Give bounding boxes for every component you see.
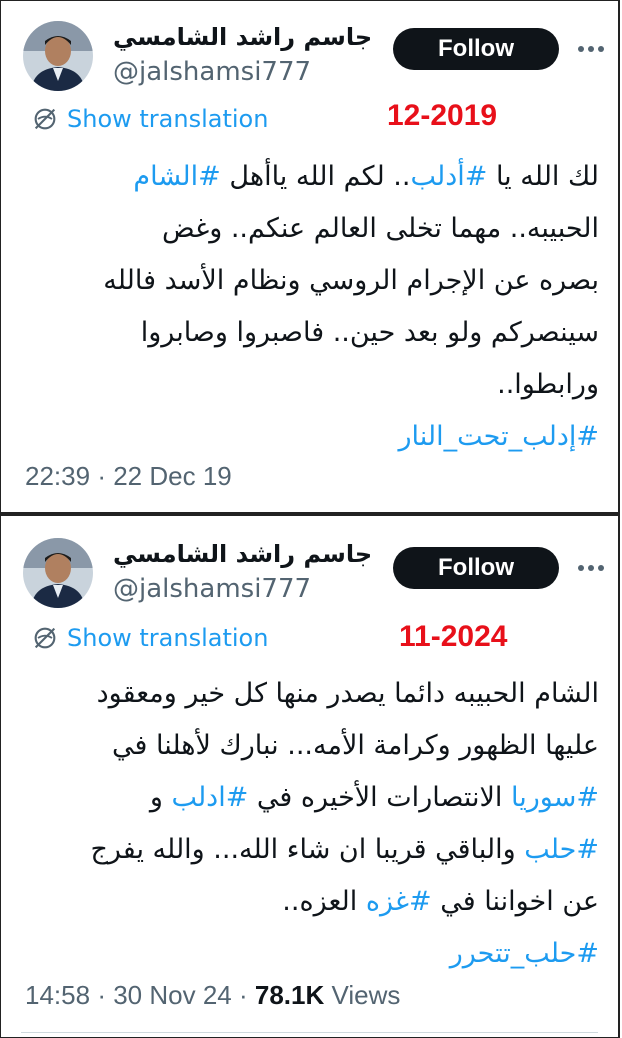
text-segment: الشام الحبيبه دائما يصدر منها كل خير ومع… xyxy=(96,678,599,709)
follow-button[interactable]: Follow xyxy=(393,547,559,589)
hashtag-link[interactable]: #الشام xyxy=(133,161,220,192)
author-handle[interactable]: @jalshamsi777 xyxy=(113,57,311,87)
tweet-text: الشام الحبيبه دائما يصدر منها كل خير ومع… xyxy=(21,668,599,980)
tweet-line: #حلب_تتحرر xyxy=(21,928,599,980)
tweet-line: #سوريا الانتصارات الأخيره في #ادلب و xyxy=(21,772,599,824)
tweet-card: جاسم راشد الشامسي @jalshamsi777 Follow S… xyxy=(0,0,620,514)
text-segment: و xyxy=(149,782,172,813)
tweet-line: الشام الحبيبه دائما يصدر منها كل خير ومع… xyxy=(21,668,599,720)
separator-dot: · xyxy=(97,980,106,1010)
text-segment: سينصركم ولو بعد حين.. فاصبروا وصابروا xyxy=(140,317,599,348)
hashtag-link[interactable]: #غزه xyxy=(366,886,432,917)
tweet-line: #حلب والباقي قريبا ان شاء الله... والله … xyxy=(21,824,599,876)
follow-button[interactable]: Follow xyxy=(393,28,559,70)
text-segment: عن اخواننا في xyxy=(431,886,599,917)
more-icon[interactable] xyxy=(576,39,606,59)
author-handle[interactable]: @jalshamsi777 xyxy=(113,574,311,604)
translate-icon xyxy=(34,627,56,649)
more-icon[interactable] xyxy=(576,558,606,578)
tweet-line: #إدلب_تحت_النار xyxy=(21,411,599,463)
show-translation-link[interactable]: Show translation xyxy=(31,105,268,133)
divider xyxy=(21,1032,598,1033)
text-segment: بصره عن الإجرام الروسي ونظام الأسد فالله xyxy=(103,265,599,296)
tweet-line: عليها الظهور وكرامة الأمه... نبارك لأهلن… xyxy=(21,720,599,772)
tweet-date: 30 Nov 24 xyxy=(113,980,232,1010)
tweet-timestamp[interactable]: 14:58 · 30 Nov 24 · 78.1K Views xyxy=(25,980,400,1011)
text-segment: ورابطوا.. xyxy=(497,369,599,400)
text-segment: الحبيبه.. مهما تخلى العالم عنكم.. وغض xyxy=(162,213,599,244)
text-segment: لك الله يا xyxy=(487,161,599,192)
text-segment: عليها الظهور وكرامة الأمه... نبارك لأهلن… xyxy=(111,730,599,761)
hashtag-link[interactable]: #حلب xyxy=(524,834,599,865)
tweet-date: 22 Dec 19 xyxy=(113,461,232,491)
views-label: Views xyxy=(331,980,401,1010)
separator-dot: · xyxy=(97,461,106,491)
hashtag-link[interactable]: #إدلب_تحت_النار xyxy=(399,421,599,452)
views-count: 78.1K xyxy=(254,980,325,1010)
tweet-line: سينصركم ولو بعد حين.. فاصبروا وصابروا xyxy=(21,307,599,359)
tweet-line: لك الله يا #أدلب.. لكم الله ياأهل #الشام xyxy=(21,151,599,203)
avatar[interactable] xyxy=(23,21,93,91)
tweet-line: ورابطوا.. xyxy=(21,359,599,411)
hashtag-link[interactable]: #سوريا xyxy=(511,782,599,813)
text-segment: العزه.. xyxy=(282,886,366,917)
show-translation-link[interactable]: Show translation xyxy=(31,624,268,652)
tweet-time: 14:58 xyxy=(25,980,91,1010)
tweet-text: لك الله يا #أدلب.. لكم الله ياأهل #الشام… xyxy=(21,151,599,463)
show-translation-label: Show translation xyxy=(67,624,269,652)
hashtag-link[interactable]: #أدلب xyxy=(410,161,487,192)
hashtag-link[interactable]: #حلب_تتحرر xyxy=(450,938,599,969)
text-segment: والباقي قريبا ان شاء الله... والله يفرج xyxy=(90,834,525,865)
author-name[interactable]: جاسم راشد الشامسي xyxy=(113,23,372,51)
avatar[interactable] xyxy=(23,538,93,608)
date-stamp: 12-2019 xyxy=(387,99,498,132)
date-stamp: 11-2024 xyxy=(399,620,508,653)
tweet-timestamp[interactable]: 22:39 · 22 Dec 19 xyxy=(25,461,232,492)
tweet-line: عن اخواننا في #غزه العزه.. xyxy=(21,876,599,928)
author-name[interactable]: جاسم راشد الشامسي xyxy=(113,540,372,568)
translate-icon xyxy=(34,108,56,130)
tweet-card: جاسم راشد الشامسي @jalshamsi777 Follow S… xyxy=(0,514,620,1038)
show-translation-label: Show translation xyxy=(67,105,269,133)
text-segment: .. لكم الله ياأهل xyxy=(220,161,411,192)
tweet-time: 22:39 xyxy=(25,461,91,491)
tweet-line: الحبيبه.. مهما تخلى العالم عنكم.. وغض xyxy=(21,203,599,255)
text-segment: الانتصارات الأخيره في xyxy=(248,782,512,813)
tweet-line: بصره عن الإجرام الروسي ونظام الأسد فالله xyxy=(21,255,599,307)
separator-dot: · xyxy=(238,980,248,1010)
hashtag-link[interactable]: #ادلب xyxy=(171,782,248,813)
